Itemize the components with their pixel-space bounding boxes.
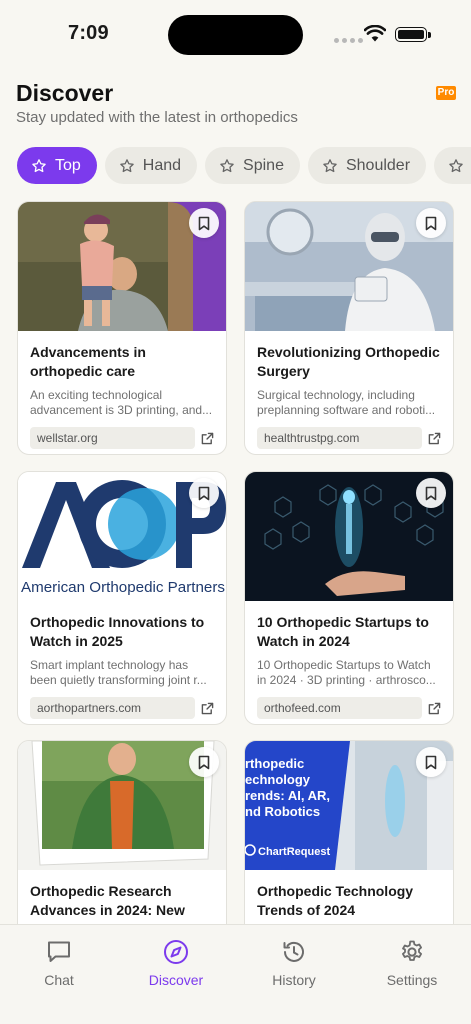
bookmark-button[interactable] [416,747,446,777]
wifi-icon [364,25,386,42]
article-image [18,202,226,331]
tab-settings[interactable]: Settings [367,939,457,988]
article-card[interactable]: Advancements in orthopedic care An excit… [17,201,227,455]
history-icon [283,941,304,962]
image-headline-line: rends: AI, AR, [245,788,330,803]
article-title: Orthopedic Technology Trends of 2024 [257,883,414,918]
article-description: Smart implant technology has been quietl… [30,658,207,687]
compass-icon [164,940,188,964]
bookmark-button[interactable] [189,208,219,238]
article-card[interactable]: American Orthopedic Partners Orthopedic … [17,471,227,725]
article-title: Orthopedic Innovations to Watch in 2025 [30,614,205,649]
page-subtitle: Stay updated with the latest in orthoped… [16,109,298,126]
article-description: 10 Orthopedic Startups to Watch in 2024 … [257,658,436,687]
tab-discover[interactable]: Discover [131,939,221,988]
article-source: wellstar.org [30,427,195,449]
external-link-icon[interactable] [201,702,214,715]
bookmark-icon [198,216,210,230]
battery-icon [395,27,431,42]
bookmark-button[interactable] [189,478,219,508]
article-source: aorthopartners.com [30,697,195,719]
article-image: rthopedic echnology rends: AI, AR, nd Ro… [245,741,453,870]
category-filter-bar: Top Hand Spine Shoulder O [17,147,471,184]
gear-icon [402,940,422,961]
star-icon [323,158,337,172]
dynamic-island [168,15,303,55]
article-image [245,202,453,331]
pro-badge[interactable]: Pro [436,86,456,100]
tab-label: History [272,972,316,988]
article-source: healthtrustpg.com [257,427,422,449]
bookmark-icon [425,486,437,500]
article-description: An exciting technological advancement is… [30,388,213,417]
tab-label: Settings [386,972,438,988]
status-time: 7:09 [68,22,109,44]
article-card[interactable]: 10 Orthopedic Startups to Watch in 2024 … [244,471,454,725]
article-title: Revolutionizing Orthopedic Surgery [257,344,440,379]
tab-label: Discover [148,972,204,988]
status-bar: 7:09 [0,0,471,70]
star-icon [449,158,463,172]
article-card[interactable]: rthopedic echnology rends: AI, AR, nd Ro… [244,740,454,940]
bookmark-icon [198,486,210,500]
filter-chip-hand[interactable]: Hand [104,147,198,184]
article-card[interactable]: Orthopedic Research Advances in 2024: Ne… [17,740,227,940]
tab-history[interactable]: History [249,939,339,988]
bookmark-button[interactable] [416,478,446,508]
tab-chat[interactable]: Chat [14,939,104,988]
image-headline-line: rthopedic [245,756,304,771]
bookmark-button[interactable] [416,208,446,238]
article-image [18,741,226,870]
cellular-signal-icon [334,38,363,43]
article-image [245,472,453,601]
filter-chip-spine[interactable]: Spine [205,147,300,184]
filter-chip-label: Spine [243,156,284,174]
article-title: Advancements in orthopedic care [30,344,146,379]
article-source: orthofeed.com [257,697,422,719]
image-headline-line: nd Robotics [245,804,320,819]
filter-chip-shoulder[interactable]: Shoulder [307,147,427,184]
bookmark-icon [425,216,437,230]
bookmark-button[interactable] [189,747,219,777]
article-title: Orthopedic Research Advances in 2024: Ne… [30,883,185,918]
filter-chip-label: Hand [142,156,182,174]
filter-chip-label: Top [55,156,81,174]
bookmark-icon [198,755,210,769]
star-icon [120,158,134,172]
bookmark-icon [425,755,437,769]
logo-caption-text: American Orthopedic Partners [21,579,225,596]
image-brand-text: ChartRequest [258,846,330,858]
external-link-icon[interactable] [428,432,441,445]
star-icon [32,158,46,172]
star-icon [220,158,234,172]
page-title: Discover [16,80,114,106]
external-link-icon[interactable] [201,432,214,445]
image-headline-line: echnology [245,772,311,787]
filter-chip-more[interactable]: O [434,147,471,184]
filter-chip-top[interactable]: Top [17,147,97,184]
tab-label: Chat [44,972,74,988]
article-image: American Orthopedic Partners [18,472,226,601]
article-description: Surgical technology, including preplanni… [257,388,436,417]
article-card[interactable]: Revolutionizing Orthopedic Surgery Surgi… [244,201,454,455]
article-title: 10 Orthopedic Startups to Watch in 2024 [257,614,429,649]
filter-chip-label: Shoulder [345,156,411,174]
bottom-tab-bar: Chat Discover History Settings [0,924,471,1024]
chat-bubble-icon [48,941,70,962]
external-link-icon[interactable] [428,702,441,715]
